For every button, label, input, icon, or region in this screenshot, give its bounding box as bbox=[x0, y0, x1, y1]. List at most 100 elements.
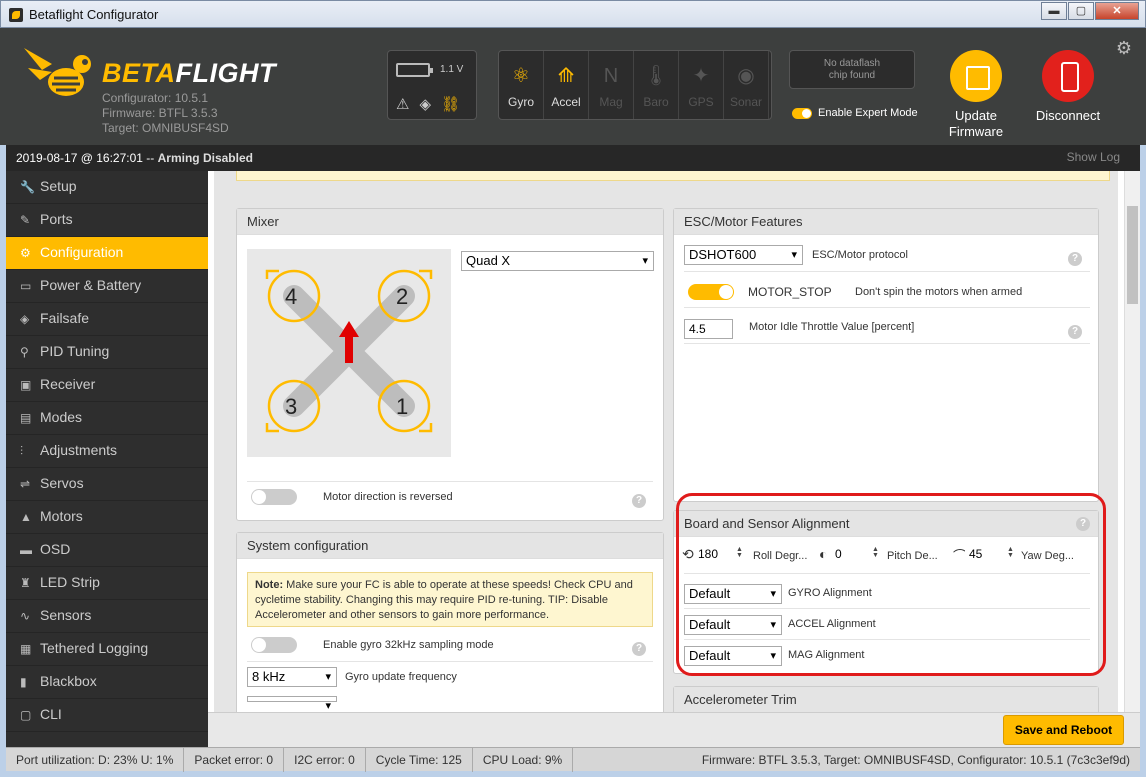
battery-status-icons: ⚠ ◈ ⛓ bbox=[396, 95, 460, 113]
sidebar-item-label: Power & Battery bbox=[40, 277, 142, 293]
sidebar-nav: 🔧 Setup ✎ Ports ⚙ Configuration ▭ Power & Batte… bbox=[6, 171, 208, 747]
sidebar-item-setup[interactable]: 🔧 Setup bbox=[6, 171, 208, 204]
sidebar-item-led-strip[interactable]: ♜ LED Strip bbox=[6, 567, 208, 600]
app-header: BETAFLIGHT Configurator: 10.5.1 Firmware… bbox=[0, 28, 1146, 145]
sidebar-item-icon: ▦ bbox=[20, 642, 32, 656]
sensor-gps: ✦ GPS bbox=[679, 51, 724, 119]
gps-icon: ✦ bbox=[692, 65, 710, 87]
sidebar-item-icon: ✎ bbox=[20, 213, 31, 227]
sidebar-item-failsafe[interactable]: ◈ Failsafe bbox=[6, 303, 208, 336]
failsafe-icon: ◈ bbox=[419, 96, 431, 113]
minimize-button[interactable]: ▬ bbox=[1041, 2, 1067, 20]
expert-mode-switch[interactable] bbox=[792, 107, 812, 119]
sidebar-item-label: Adjustments bbox=[40, 442, 118, 458]
help-icon[interactable]: ? bbox=[632, 642, 646, 656]
expert-mode-toggle[interactable]: Enable Expert Mode bbox=[792, 107, 918, 119]
help-icon[interactable]: ? bbox=[632, 494, 646, 508]
sidebar-item-power-battery[interactable]: ▭ Power & Battery bbox=[6, 270, 208, 303]
system-config-panel: System configuration Note: Make sure you… bbox=[236, 532, 664, 712]
help-icon[interactable]: ? bbox=[1068, 252, 1082, 266]
sidebar-item-receiver[interactable]: ▣ Receiver bbox=[6, 369, 208, 402]
accel-icon: ⟰ bbox=[557, 65, 575, 87]
sidebar-item-icon: ◈ bbox=[20, 312, 30, 326]
motor-reversed-toggle[interactable] bbox=[251, 489, 297, 505]
sidebar-item-osd[interactable]: ▬ OSD bbox=[6, 534, 208, 567]
sidebar-item-label: Configuration bbox=[40, 244, 124, 260]
content-scrollbar[interactable] bbox=[1124, 171, 1140, 712]
arming-state: Arming Disabled bbox=[157, 151, 253, 165]
esc-protocol-select[interactable]: DSHOT600 bbox=[684, 245, 803, 265]
disconnect-button[interactable]: Disconnect bbox=[1033, 50, 1103, 124]
maximize-button[interactable]: ▢ bbox=[1068, 2, 1094, 20]
close-button[interactable]: ✕ bbox=[1095, 2, 1139, 20]
sidebar-item-icon: 🔧 bbox=[20, 180, 35, 194]
gear-icon[interactable]: ⚙ bbox=[1116, 38, 1132, 59]
sidebar-item-cli[interactable]: ▢ CLI bbox=[6, 699, 208, 732]
sidebar-item-icon: ⚙ bbox=[20, 246, 31, 260]
sidebar-item-icon: ⇌ bbox=[20, 477, 31, 491]
esc-separator-1 bbox=[684, 271, 1090, 272]
update-firmware-button[interactable]: Update Firmware bbox=[946, 50, 1006, 140]
sensor-label: Accel bbox=[551, 95, 581, 109]
motor-stop-toggle[interactable] bbox=[688, 284, 734, 300]
sidebar-item-adjustments[interactable]: ⫶ Adjustments bbox=[6, 435, 208, 468]
sidebar-item-blackbox[interactable]: ▮ Blackbox bbox=[6, 666, 208, 699]
idle-throttle-input[interactable]: 4.5 bbox=[684, 319, 733, 339]
accel-trim-panel: Accelerometer Trim bbox=[673, 686, 1099, 712]
motor-stop-label: MOTOR_STOP bbox=[748, 285, 832, 299]
sidebar-item-modes[interactable]: ▤ Modes bbox=[6, 402, 208, 435]
sidebar-item-icon: ⚲ bbox=[20, 345, 29, 359]
save-reboot-button[interactable]: Save and Reboot bbox=[1003, 715, 1124, 745]
packet-error: Packet error: 0 bbox=[184, 748, 285, 772]
sidebar-item-pid-tuning[interactable]: ⚲ PID Tuning bbox=[6, 336, 208, 369]
sidebar-item-icon: ▤ bbox=[20, 411, 32, 425]
warning-icon: ⚠ bbox=[396, 96, 410, 113]
brand-wordmark: BETAFLIGHT bbox=[102, 58, 276, 89]
mixer-type-select[interactable]: Quad X bbox=[461, 251, 654, 271]
highlight-annotation bbox=[676, 493, 1106, 676]
show-log-link[interactable]: Show Log bbox=[1067, 150, 1120, 164]
firmware-version: Firmware: BTFL 3.5.3 bbox=[102, 106, 218, 120]
sensor-label: Gyro bbox=[507, 95, 534, 109]
motor-label-2: 2 bbox=[396, 284, 408, 309]
battery-voltage: 1.1 V bbox=[440, 64, 464, 75]
port-utilization: Port utilization: D: 23% U: 1% bbox=[6, 748, 185, 772]
motor-label-4: 4 bbox=[285, 284, 297, 309]
mixer-title: Mixer bbox=[237, 209, 663, 235]
sidebar-item-label: OSD bbox=[40, 541, 71, 557]
help-icon[interactable]: ? bbox=[1068, 325, 1082, 339]
sidebar-item-icon: ▢ bbox=[20, 708, 32, 722]
sidebar-item-label: Modes bbox=[40, 409, 83, 425]
sensor-sonar: ◉ Sonar bbox=[724, 51, 769, 119]
configurator-version: Configurator: 10.5.1 bbox=[102, 91, 209, 105]
motor-label-3: 3 bbox=[285, 394, 297, 419]
sensor-label: Mag bbox=[599, 95, 623, 109]
sensor-label: GPS bbox=[688, 95, 714, 109]
sidebar-item-configuration[interactable]: ⚙ Configuration bbox=[6, 237, 208, 270]
sidebar-item-tethered-logging[interactable]: ▦ Tethered Logging bbox=[6, 633, 208, 666]
expert-mode-label: Enable Expert Mode bbox=[818, 107, 918, 119]
update-firmware-label-1: Update bbox=[955, 108, 997, 123]
esc-motor-panel: ESC/Motor Features DSHOT600 ESC/Motor pr… bbox=[673, 208, 1099, 502]
sidebar-item-icon: ▭ bbox=[20, 279, 32, 293]
quad-x-diagram: 4 2 3 1 bbox=[247, 249, 451, 457]
sidebar-item-label: PID Tuning bbox=[40, 343, 110, 359]
gyro-32khz-toggle[interactable] bbox=[251, 637, 297, 653]
gyro-frequency-select[interactable]: 8 kHz bbox=[247, 667, 337, 687]
pid-frequency-select[interactable] bbox=[247, 696, 337, 712]
sidebar-item-servos[interactable]: ⇌ Servos bbox=[6, 468, 208, 501]
sidebar-item-motors[interactable]: ▲ Motors bbox=[6, 501, 208, 534]
sidebar-item-ports[interactable]: ✎ Ports bbox=[6, 204, 208, 237]
sonar-icon: ◉ bbox=[737, 65, 755, 87]
sidebar-item-icon: ♜ bbox=[20, 576, 31, 590]
scrollbar-thumb[interactable] bbox=[1127, 206, 1138, 304]
datetime-text: 2019-08-17 @ 16:27:01 -- bbox=[16, 151, 158, 165]
update-firmware-label-2: Firmware bbox=[948, 124, 1004, 139]
baro-icon: 🌡 bbox=[643, 65, 669, 87]
sidebar-item-sensors[interactable]: ∿ Sensors bbox=[6, 600, 208, 633]
target-name: Target: OMNIBUSF4SD bbox=[102, 121, 229, 135]
sensor-status-panel: ⚛ Gyro ⟰ Accel N Mag 🌡 Baro ✦ GPS ◉ Sonar bbox=[498, 50, 772, 120]
content-footer: Save and Reboot bbox=[208, 712, 1140, 747]
note-bold: Note: bbox=[255, 579, 284, 591]
gyro-frequency-label: Gyro update frequency bbox=[345, 671, 457, 683]
